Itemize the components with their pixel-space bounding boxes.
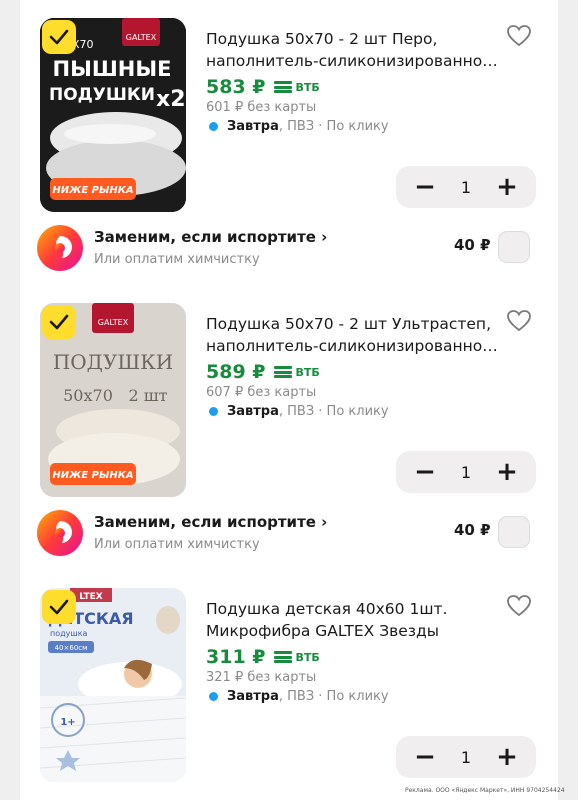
product-title-line2: наполнитель-силиконизированно… — [206, 52, 498, 70]
product-title[interactable]: Подушка 50х70 - 2 шт Ультрастеп, наполни… — [206, 313, 506, 357]
service-price: 40 ₽ — [454, 521, 491, 539]
price-without-card: 607 ₽ без карты — [206, 385, 317, 400]
delivery-dot-icon — [209, 122, 218, 131]
price-row: 583 ₽ ВТБ — [206, 76, 320, 98]
delivery-dot-icon — [209, 407, 218, 416]
increase-button[interactable]: + — [496, 744, 518, 770]
image-headline-2: ПОДУШКИ — [49, 85, 155, 105]
service-title[interactable]: Заменим, если испортите › — [94, 513, 327, 531]
bank-card-tag: ВТБ — [273, 650, 320, 664]
favorite-heart-icon[interactable] — [506, 24, 532, 48]
quantity-stepper: − 1 + — [396, 736, 536, 778]
increase-button[interactable]: + — [496, 174, 518, 200]
select-checkbox[interactable] — [42, 305, 76, 339]
service-title-text: Заменим, если испортите — [94, 228, 316, 246]
decrease-button[interactable]: − — [414, 459, 436, 485]
cart-item: GALTEX ПОДУШКИ 50x70 2 шт НИЖЕ РЫНКА Под… — [20, 285, 558, 497]
delivery-dot-icon — [209, 692, 218, 701]
select-checkbox[interactable] — [42, 590, 76, 624]
decrease-button[interactable]: − — [414, 744, 436, 770]
bank-stripes-icon — [273, 366, 292, 378]
quantity-value: 1 — [460, 747, 472, 767]
service-checkbox[interactable] — [498, 231, 530, 263]
delivery-info: Завтра , ПВЗ · По клику — [206, 404, 389, 419]
product-title-line1: Подушка детская 40х60 1шт. — [206, 600, 448, 618]
service-checkbox[interactable] — [498, 516, 530, 548]
price: 311 ₽ — [206, 646, 266, 668]
bank-label: ВТБ — [295, 80, 320, 94]
decrease-button[interactable]: − — [414, 174, 436, 200]
delivery-day: Завтра — [227, 119, 279, 134]
chevron-right-icon: › — [321, 228, 328, 246]
price: 589 ₽ — [206, 361, 266, 383]
favorite-heart-icon[interactable] — [506, 309, 532, 333]
check-icon — [49, 314, 69, 330]
delivery-details: , ПВЗ · По клику — [278, 119, 389, 134]
check-icon — [49, 29, 69, 45]
service-price: 40 ₽ — [454, 236, 491, 254]
delivery-details: , ПВЗ · По клику — [278, 404, 389, 419]
service-logo-icon — [36, 224, 84, 272]
service-title-text: Заменим, если испортите — [94, 513, 316, 531]
bank-label: ВТБ — [295, 365, 320, 379]
service-subtitle: Или оплатим химчистку — [94, 537, 260, 552]
image-badge: НИЖЕ РЫНКА — [52, 185, 133, 196]
price-without-card: 601 ₽ без карты — [206, 100, 317, 115]
product-title[interactable]: Подушка 50х70 - 2 шт Перо, наполнитель-с… — [206, 28, 506, 72]
quantity-value: 1 — [460, 462, 472, 482]
service-subtitle: Или оплатим химчистку — [94, 252, 260, 267]
image-brand: GALTEX — [126, 33, 157, 42]
product-title[interactable]: Подушка детская 40х60 1шт. Микрофибра GA… — [206, 598, 506, 642]
quantity-stepper: − 1 + — [396, 166, 536, 208]
image-badge: НИЖЕ РЫНКА — [52, 470, 133, 481]
product-title-line2: наполнитель-силиконизированно… — [206, 337, 498, 355]
increase-button[interactable]: + — [496, 459, 518, 485]
bank-card-tag: ВТБ — [273, 80, 320, 94]
image-brand: LTEX — [79, 592, 103, 602]
image-age: 1+ — [60, 717, 75, 728]
favorite-heart-icon[interactable] — [506, 594, 532, 618]
product-title-line2: Микрофибра GALTEX Звезды — [206, 622, 440, 640]
image-brand: GALTEX — [98, 318, 129, 327]
protection-service: Заменим, если испортите › Или оплатим хи… — [20, 509, 558, 569]
bank-stripes-icon — [273, 651, 292, 663]
image-count: 2 шт — [129, 386, 168, 405]
service-logo-icon — [36, 509, 84, 557]
image-multiplier: x2 — [156, 87, 186, 112]
check-icon — [49, 599, 69, 615]
image-headline-2: подушка — [50, 629, 88, 638]
price-row: 589 ₽ ВТБ — [206, 361, 320, 383]
bank-label: ВТБ — [295, 650, 320, 664]
delivery-details: , ПВЗ · По клику — [278, 689, 389, 704]
cart-item: GALTEX X70 ПЫШНЫЕ ПОДУШКИ x2 НИЖЕ РЫНКА … — [20, 0, 558, 212]
image-headline-1: ПОДУШКИ — [53, 350, 173, 374]
price-without-card: 321 ₽ без карты — [206, 670, 317, 685]
cart-panel: GALTEX X70 ПЫШНЫЕ ПОДУШКИ x2 НИЖЕ РЫНКА … — [20, 0, 565, 800]
chevron-right-icon: › — [321, 513, 328, 531]
price: 583 ₽ — [206, 76, 266, 98]
delivery-day: Завтра — [227, 689, 279, 704]
quantity-value: 1 — [460, 177, 472, 197]
image-size: 50x70 — [63, 386, 113, 405]
delivery-info: Завтра , ПВЗ · По клику — [206, 119, 389, 134]
select-checkbox[interactable] — [42, 20, 76, 54]
bank-card-tag: ВТБ — [273, 365, 320, 379]
quantity-stepper: − 1 + — [396, 451, 536, 493]
delivery-info: Завтра , ПВЗ · По клику — [206, 689, 389, 704]
ad-disclaimer: Реклама. ООО «Яндекс Маркет», ИНН 970425… — [405, 787, 565, 794]
image-headline-1: ПЫШНЫЕ — [53, 57, 172, 81]
protection-service: Заменим, если испортите › Или оплатим хи… — [20, 224, 558, 284]
service-title[interactable]: Заменим, если испортите › — [94, 228, 327, 246]
product-title-line1: Подушка 50х70 - 2 шт Ультрастеп, — [206, 315, 491, 333]
delivery-day: Завтра — [227, 404, 279, 419]
cart-item: LTEX ДЕТСКАЯ подушка 40×60см 1+ Подушка … — [20, 570, 558, 782]
price-row: 311 ₽ ВТБ — [206, 646, 320, 668]
image-size: 40×60см — [55, 644, 88, 652]
product-title-line1: Подушка 50х70 - 2 шт Перо, — [206, 30, 438, 48]
bank-stripes-icon — [273, 81, 292, 93]
